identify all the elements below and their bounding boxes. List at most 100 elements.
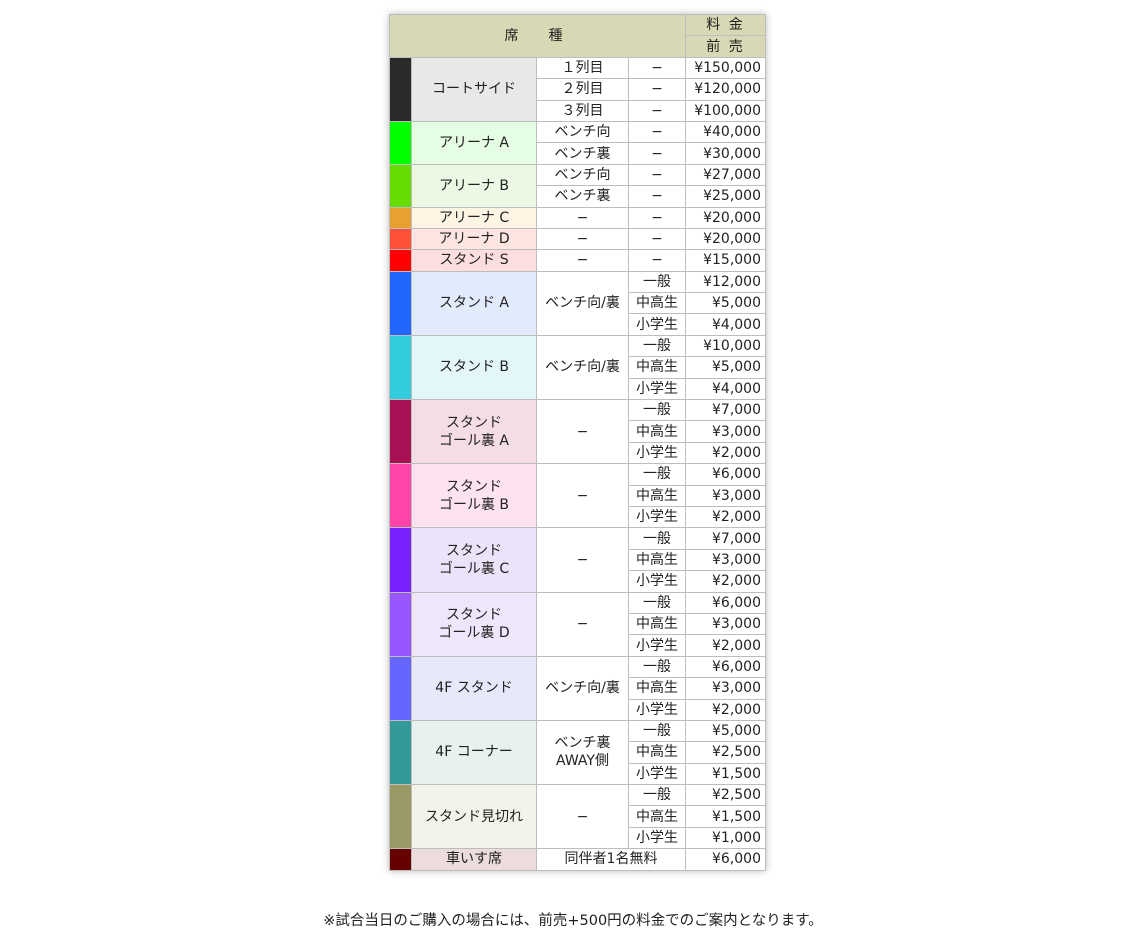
seat-name: スタンド ゴール裏 C xyxy=(411,527,537,593)
presale-price: ¥1,500 xyxy=(685,762,766,786)
ticket-category: 中高生 xyxy=(628,484,686,507)
presale-price: ¥6,000 xyxy=(685,591,766,614)
seat-side: − xyxy=(536,591,629,657)
presale-price: ¥6,000 xyxy=(685,655,766,679)
presale-price: ¥1,000 xyxy=(685,826,766,850)
seat-side: ベンチ向/裏 xyxy=(536,334,629,401)
ticket-category: 小学生 xyxy=(628,441,686,465)
table-row: スタンド A ベンチ向/裏 一般 ¥12,000 xyxy=(389,270,766,336)
seat-name-line: 4F スタンド xyxy=(435,680,513,697)
presale-price: ¥3,000 xyxy=(685,612,766,636)
seat-row-label: − xyxy=(536,227,629,251)
seat-name-line: ゴール裏 B xyxy=(438,496,510,513)
ticket-category: 一般 xyxy=(628,334,686,358)
seat-name: 4F スタンド xyxy=(411,655,537,721)
table-row: アリーナ D − − ¥20,000 xyxy=(389,227,766,251)
presale-price: ¥2,500 xyxy=(685,784,766,807)
seat-sub-label: − xyxy=(628,142,686,165)
ticket-category: 一般 xyxy=(628,591,686,614)
seat-name-line: スタンド A xyxy=(438,295,510,312)
seat-name-line: スタンド xyxy=(446,542,502,559)
seat-name: アリーナ C xyxy=(411,206,537,229)
seat-side: ベンチ裏 AWAY側 xyxy=(536,719,629,786)
ticket-category: 一般 xyxy=(628,655,686,679)
seat-name-line: ゴール裏 D xyxy=(438,625,510,642)
seat-sub-label: − xyxy=(628,249,686,272)
presale-price: ¥25,000 xyxy=(685,185,766,208)
presale-price: ¥2,000 xyxy=(685,441,766,465)
ticket-category: 中高生 xyxy=(628,612,686,636)
seat-side: − xyxy=(536,399,629,465)
header-row-1: 席 種 料 金 xyxy=(389,13,766,58)
seat-side: − xyxy=(536,784,629,850)
presale-price: ¥12,000 xyxy=(685,270,766,294)
ticket-category: 小学生 xyxy=(628,570,686,593)
seat-color-swatch xyxy=(389,334,412,401)
presale-price: ¥2,000 xyxy=(685,505,766,529)
seat-type-header: 席 種 xyxy=(389,14,686,58)
seat-row-label: ベンチ裏 xyxy=(536,185,629,208)
ticket-category: 小学生 xyxy=(628,377,686,401)
presale-price: ¥2,000 xyxy=(685,570,766,593)
seat-color-swatch xyxy=(389,270,412,336)
ticket-category: 小学生 xyxy=(628,634,686,657)
seat-name-line: スタンド B xyxy=(438,359,510,376)
presale-price: ¥3,000 xyxy=(685,677,766,700)
seat-sub-label: − xyxy=(628,227,686,251)
seat-row-label: ベンチ向 xyxy=(536,163,629,187)
ticket-category: 中高生 xyxy=(628,741,686,764)
seat-sub-label: − xyxy=(628,163,686,187)
seat-sub-label: − xyxy=(628,185,686,208)
seat-color-swatch xyxy=(389,527,412,593)
presale-price: ¥5,000 xyxy=(685,292,766,315)
table-row: スタンド ゴール裏 D − 一般 ¥6,000 xyxy=(389,591,766,657)
seat-row-label: ３列目 xyxy=(536,99,629,122)
seat-side-line: − xyxy=(576,487,589,504)
table-row: アリーナ C − − ¥20,000 xyxy=(389,206,766,229)
seat-name-line: ゴール裏 A xyxy=(438,432,510,449)
seat-side-line: ベンチ裏 xyxy=(554,735,611,752)
table-row: 4F コーナー ベンチ裏 AWAY側 一般 ¥5,000 xyxy=(389,719,766,786)
seat-color-swatch xyxy=(389,784,412,850)
presale-price: ¥30,000 xyxy=(685,142,766,165)
seat-row-label: ベンチ裏 xyxy=(536,142,629,165)
ticket-category: 一般 xyxy=(628,784,686,807)
presale-price: ¥7,000 xyxy=(685,399,766,422)
ticket-category: 小学生 xyxy=(628,826,686,850)
seat-name: スタンド S xyxy=(411,249,537,272)
presale-price: ¥10,000 xyxy=(685,334,766,358)
seat-name-line: ゴール裏 C xyxy=(438,560,510,577)
seat-side: ベンチ向/裏 xyxy=(536,655,629,721)
seat-name: スタンド A xyxy=(411,270,537,336)
presale-price: ¥120,000 xyxy=(685,78,766,101)
table-row: コートサイド １列目 − ¥150,000 xyxy=(389,56,766,122)
table-row: 車いす席 同伴者1名無料 ¥6,000 xyxy=(389,848,766,871)
seat-name: スタンド B xyxy=(411,334,537,401)
seat-side: ベンチ向/裏 xyxy=(536,270,629,336)
seat-name: アリーナ B xyxy=(411,163,537,208)
seat-name: スタンド ゴール裏 B xyxy=(411,463,537,529)
presale-price: ¥2,500 xyxy=(685,741,766,764)
seat-side-line: − xyxy=(576,551,589,568)
seat-row-label: − xyxy=(536,249,629,272)
ticket-category: 一般 xyxy=(628,527,686,550)
presale-price: ¥15,000 xyxy=(685,249,766,272)
seat-color-swatch xyxy=(389,206,412,229)
seat-name: スタンド ゴール裏 D xyxy=(411,591,537,657)
seat-side-line: − xyxy=(576,423,589,440)
table-row: スタンド ゴール裏 A − 一般 ¥7,000 xyxy=(389,399,766,465)
presale-price: ¥7,000 xyxy=(685,527,766,550)
seat-name-line: アリーナ A xyxy=(438,134,510,151)
seat-color-swatch xyxy=(389,399,412,465)
presale-price: ¥20,000 xyxy=(685,227,766,251)
seat-side-line: − xyxy=(576,616,589,633)
seat-name: アリーナ A xyxy=(411,120,537,165)
seat-sub-label: − xyxy=(628,99,686,122)
presale-price: ¥3,000 xyxy=(685,420,766,443)
seat-name-line: コートサイド xyxy=(432,81,516,98)
ticket-category: 中高生 xyxy=(628,548,686,572)
presale-price: ¥5,000 xyxy=(685,356,766,379)
footnote: ※試合当日のご購入の場合には、前売+500円の料金でのご案内となります。 xyxy=(323,913,823,929)
presale-price: ¥4,000 xyxy=(685,377,766,401)
seat-sub-label: − xyxy=(628,120,686,144)
